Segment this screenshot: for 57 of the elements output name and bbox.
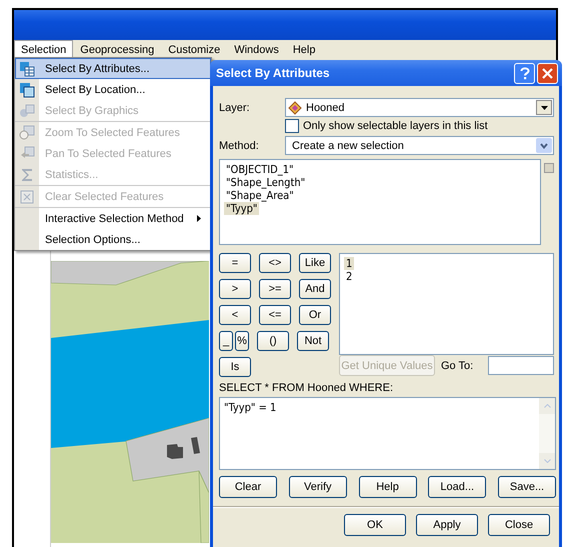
menu-bar-item[interactable]: Customize [161, 40, 228, 60]
menu-item[interactable]: Select By Attributes... [15, 58, 211, 79]
go-to-label: Go To: [441, 360, 474, 372]
operator-button[interactable]: () [257, 331, 289, 351]
operator-button[interactable]: _ [219, 331, 233, 351]
operator-button[interactable]: >= [259, 279, 291, 299]
operator-button[interactable]: = [219, 253, 251, 273]
dialog-title: Select By Attributes [216, 66, 331, 80]
dialog-button[interactable]: Close [488, 514, 550, 536]
method-dropdown[interactable]: Create a new selection [285, 136, 554, 155]
query-button[interactable]: Save... [498, 476, 556, 498]
help-icon[interactable] [514, 62, 535, 84]
caret-icon [540, 142, 548, 148]
field-item[interactable]: "Shape_Length" [224, 176, 308, 189]
operator-button[interactable]: <> [259, 253, 291, 273]
go-to-field[interactable] [488, 356, 554, 375]
operator-button[interactable]: % [235, 331, 249, 351]
submenu-arrow-icon [197, 215, 201, 222]
operator-button[interactable]: Or [299, 305, 331, 325]
menu-bar-item[interactable]: Geoprocessing [73, 40, 162, 60]
field-item[interactable]: "OBJECTID_1" [224, 163, 296, 176]
field-item[interactable]: "Shape_Area" [224, 189, 296, 202]
caret-icon [540, 106, 548, 110]
close-icon[interactable] [537, 62, 558, 84]
operator-button[interactable]: > [219, 279, 251, 299]
field-item[interactable]: "Tyyp" [224, 202, 260, 215]
graphics-select-icon [19, 102, 35, 118]
menu-bar-item[interactable]: Windows [227, 40, 286, 60]
operator-button[interactable]: Not [297, 331, 329, 351]
operator-button[interactable]: Is [219, 357, 251, 377]
layer-dropdown[interactable]: Hooned [285, 98, 554, 117]
operator-button[interactable]: And [299, 279, 331, 299]
dialog-button[interactable]: Apply [416, 514, 478, 536]
table-select-icon [19, 60, 35, 76]
menu-item[interactable]: Selection Options... [15, 229, 211, 250]
menu-item[interactable]: Interactive Selection Method [15, 207, 211, 229]
value-item[interactable]: 2 [344, 270, 354, 283]
selectable-layers-checkbox[interactable]: Only show selectable layers in this list [285, 119, 554, 133]
dialog-button[interactable]: OK [344, 514, 406, 536]
method-label: Method: [219, 140, 260, 152]
layer-label: Layer: [219, 102, 251, 114]
query-button[interactable]: Load... [428, 476, 486, 498]
sigma-icon [19, 166, 35, 182]
list-toggle-icon[interactable] [544, 163, 554, 173]
operator-button[interactable]: < [219, 305, 251, 325]
query-button[interactable]: Help [358, 476, 416, 498]
query-button[interactable]: Clear [219, 476, 277, 498]
operator-button[interactable]: Like [299, 253, 331, 273]
value-item[interactable]: 1 [344, 257, 354, 270]
location-select-icon [19, 82, 35, 98]
query-button[interactable]: Verify [288, 476, 347, 498]
query-label: SELECT * FROM Hooned WHERE: [219, 382, 394, 394]
zoom-selection-icon [19, 124, 35, 140]
operator-button[interactable]: <= [259, 305, 291, 325]
layer-diamond-icon [288, 100, 302, 114]
clear-selection-icon [19, 188, 35, 204]
menu-bar-item[interactable]: Help [286, 40, 322, 60]
